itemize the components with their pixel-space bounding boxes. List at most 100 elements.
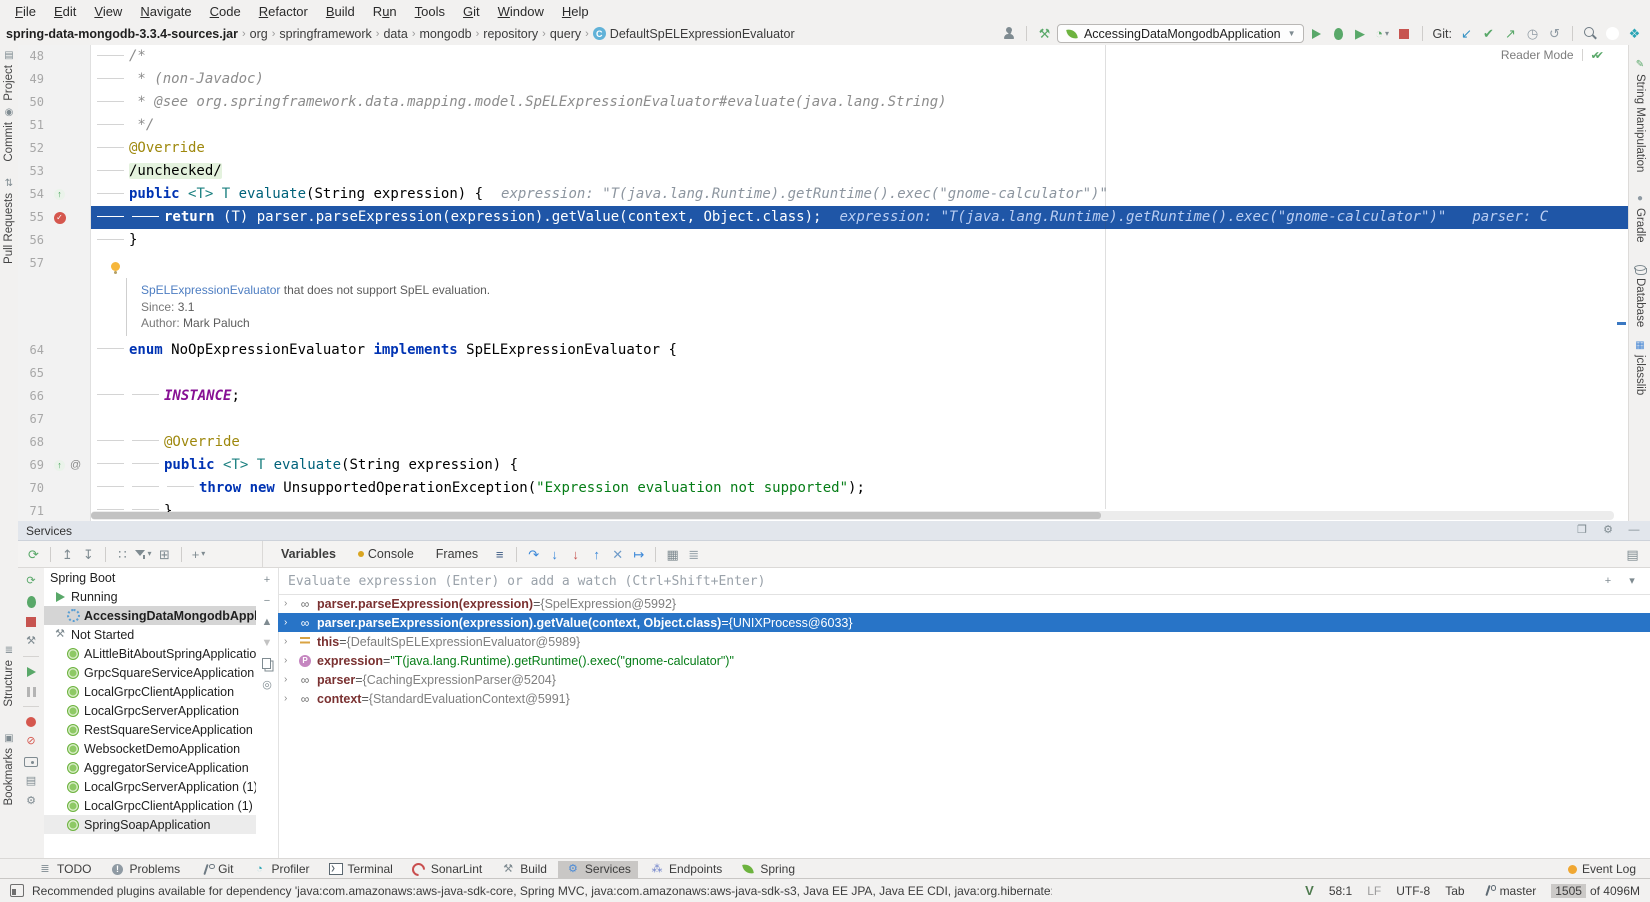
code-line[interactable]: 70throw new UnsupportedOperationExceptio… <box>18 477 1628 500</box>
git-rollback-icon[interactable]: ↺ <box>1545 25 1564 43</box>
tree-row[interactable]: ALittleBitAboutSpringApplicatio <box>44 644 256 663</box>
remove-watch-icon[interactable]: − <box>259 594 275 609</box>
line-gutter[interactable]: 53 <box>18 160 91 183</box>
breadcrumb-item[interactable]: springframework <box>279 27 371 41</box>
menu-item-view[interactable]: View <box>85 4 131 19</box>
step-into-icon[interactable]: ↓ <box>545 545 564 563</box>
status-item-line-ending[interactable]: LF <box>1367 884 1381 898</box>
sidebar-tab-string-manipulation[interactable]: ✎String Manipulation <box>1629 59 1650 172</box>
evaluate-expression-row[interactable]: Evaluate expression (Enter) or add a wat… <box>278 568 1650 595</box>
line-gutter[interactable]: 64 <box>18 339 91 362</box>
hamburger-menu-icon[interactable]: ≡ <box>490 545 509 563</box>
add-service-icon[interactable]: +▾ <box>189 545 208 563</box>
thread-dump-icon[interactable] <box>23 754 39 769</box>
expand-chevron-icon[interactable]: › <box>284 674 296 685</box>
run-configuration-select[interactable]: AccessingDataMongodbApplication ▼ <box>1057 24 1304 43</box>
status-item-indent-style[interactable]: Tab <box>1445 884 1464 898</box>
expand-chevron-icon[interactable]: › <box>284 655 296 666</box>
code-line[interactable]: 67 <box>18 408 1628 431</box>
horizontal-scrollbar[interactable] <box>91 512 1101 519</box>
tab-variables[interactable]: Variables <box>271 541 346 567</box>
code-line[interactable]: 64enum NoOpExpressionEvaluator implement… <box>18 339 1628 362</box>
evaluate-expression-input[interactable]: Evaluate expression (Enter) or add a wat… <box>278 574 1600 589</box>
tree-row[interactable]: SpringSoapApplication <box>44 815 256 834</box>
build-hammer-icon[interactable]: ⚒ <box>1035 25 1054 43</box>
status-item-caret-position[interactable]: 58:1 <box>1329 884 1352 898</box>
breakpoint-icon[interactable] <box>50 209 69 227</box>
menu-item-edit[interactable]: Edit <box>45 4 85 19</box>
code-line[interactable]: 69@public <T> T evaluate(String expressi… <box>18 454 1628 477</box>
sidebar-tab-structure[interactable]: ≣Structure <box>0 645 18 707</box>
filter-icon[interactable]: ▾ <box>134 545 153 563</box>
breadcrumb-item[interactable]: org <box>250 27 268 41</box>
hide-window-icon[interactable]: — <box>1626 523 1642 538</box>
coverage-icon[interactable]: ▶ <box>1351 25 1370 43</box>
debug-icon[interactable] <box>1329 25 1348 43</box>
code-line[interactable]: 66INSTANCE; <box>18 385 1628 408</box>
tree-row[interactable]: Spring Boot <box>44 568 256 587</box>
line-gutter[interactable]: 71 <box>18 500 91 522</box>
git-update-icon[interactable]: ↙ <box>1457 25 1476 43</box>
watch-row[interactable]: ›∞parser = {CachingExpressionParser@5204… <box>278 670 1650 689</box>
breadcrumb-class[interactable]: CDefaultSpELExpressionEvaluator <box>593 27 795 41</box>
run-to-cursor-icon[interactable]: ↦ <box>629 545 648 563</box>
line-gutter[interactable]: 54 <box>18 183 91 206</box>
step-over-icon[interactable]: ↷ <box>524 545 543 563</box>
menu-item-refactor[interactable]: Refactor <box>250 4 317 19</box>
code-line[interactable]: 51 */ <box>18 114 1628 137</box>
code-line[interactable]: 48/* <box>18 45 1628 68</box>
sidebar-tab-commit[interactable]: ◉Commit <box>0 107 18 162</box>
line-gutter[interactable]: 52 <box>18 137 91 160</box>
mute-breakpoints-icon[interactable] <box>23 714 39 729</box>
sidebar-tab-gradle[interactable]: ●Gradle <box>1629 193 1650 243</box>
tree-row[interactable]: RestSquareServiceApplication <box>44 720 256 739</box>
menu-item-window[interactable]: Window <box>489 4 553 19</box>
add-to-watches-icon[interactable]: + <box>1600 574 1616 589</box>
search-everywhere-icon[interactable] <box>1581 25 1600 43</box>
line-gutter[interactable]: 57 <box>18 252 91 275</box>
tree-row[interactable]: LocalGrpcServerApplication <box>44 701 256 720</box>
profiler-icon[interactable]: ◔▾ <box>1373 25 1392 43</box>
stop-icon[interactable] <box>1395 25 1414 43</box>
expand-all-icon[interactable]: ↥ <box>58 545 77 563</box>
toolwindow-button-sonarlint[interactable]: SonarLint <box>404 861 489 878</box>
copy-icon[interactable] <box>259 657 275 672</box>
code-line[interactable]: 54public <T> T evaluate(String expressio… <box>18 183 1628 206</box>
menu-item-build[interactable]: Build <box>317 4 364 19</box>
menu-item-tools[interactable]: Tools <box>406 4 454 19</box>
menu-item-code[interactable]: Code <box>201 4 250 19</box>
toolwindow-button-git[interactable]: Git <box>191 861 240 878</box>
tree-row[interactable]: AccessingDataMongodbApplic <box>44 606 256 625</box>
code-line[interactable]: 50 * @see org.springframework.data.mappi… <box>18 91 1628 114</box>
watch-row[interactable]: ›expression = "T(java.lang.Runtime).getR… <box>278 651 1650 670</box>
toolwindow-button-problems[interactable]: Problems <box>102 861 187 878</box>
toolwindow-button-build[interactable]: ⚒Build <box>493 861 554 878</box>
tree-row[interactable]: ⚒Not Started <box>44 625 256 644</box>
group-icon[interactable]: ∷ <box>113 545 132 563</box>
breadcrumb-item[interactable]: spring-data-mongodb-3.3.4-sources.jar <box>6 27 238 41</box>
line-gutter[interactable]: 55 <box>18 206 91 229</box>
vim-mode-icon[interactable]: V <box>1305 883 1314 898</box>
line-gutter[interactable]: 49 <box>18 68 91 91</box>
javadoc-link[interactable]: SpELExpressionEvaluator <box>141 283 280 297</box>
avatar-dropdown-icon[interactable]: ▾ <box>999 25 1018 43</box>
line-gutter[interactable]: 51 <box>18 114 91 137</box>
expand-chevron-icon[interactable]: › <box>284 693 296 704</box>
tree-row[interactable]: GrpcSquareServiceApplication <box>44 663 256 682</box>
status-message[interactable]: Recommended plugins available for depend… <box>32 884 1052 898</box>
menu-item-navigate[interactable]: Navigate <box>131 4 200 19</box>
menu-item-run[interactable]: Run <box>364 4 406 19</box>
move-watch-down-icon[interactable]: ▼ <box>259 636 275 651</box>
watch-row[interactable]: ›∞context = {StandardEvaluationContext@5… <box>278 689 1650 708</box>
line-gutter[interactable]: 68 <box>18 431 91 454</box>
tree-row[interactable]: AggregatorServiceApplication <box>44 758 256 777</box>
line-gutter[interactable]: 65 <box>18 362 91 385</box>
force-step-into-icon[interactable]: ↓ <box>566 545 585 563</box>
reader-mode-indicator[interactable]: Reader Mode ✔✔ <box>1501 48 1604 62</box>
pause-icon[interactable] <box>23 684 39 699</box>
step-out-icon[interactable]: ↑ <box>587 545 606 563</box>
view-breakpoints-icon[interactable]: ⊘ <box>23 734 39 749</box>
zoom-frame-icon[interactable]: ⊞ <box>155 545 174 563</box>
inspections-ok-icon[interactable]: ✔✔ <box>1591 49 1604 62</box>
code-line[interactable]: 57 <box>18 252 1628 275</box>
